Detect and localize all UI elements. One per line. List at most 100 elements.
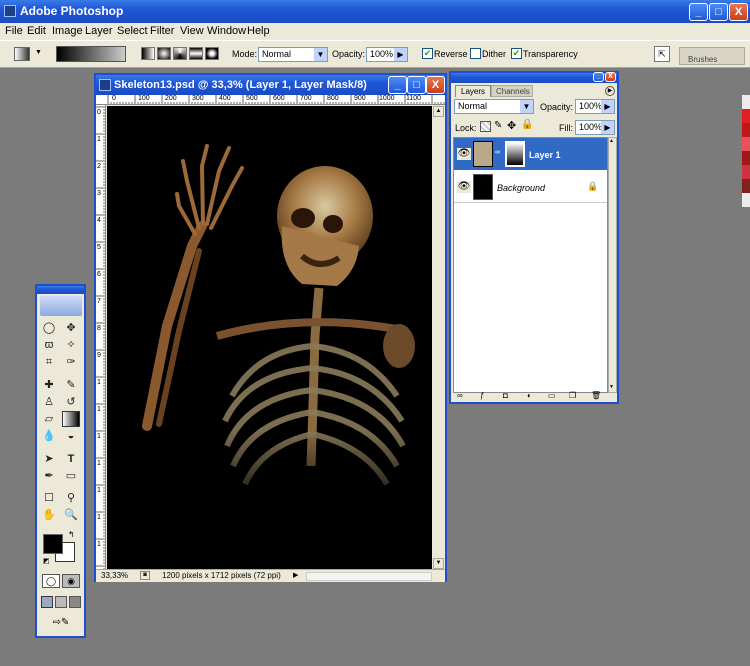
hand-icon[interactable]: ✋ xyxy=(40,507,58,523)
radial-gradient-icon[interactable] xyxy=(157,47,171,60)
tab-channels[interactable]: Channels xyxy=(491,85,533,97)
screen-mode-standard-icon[interactable] xyxy=(41,596,53,608)
shape-icon[interactable]: ▭ xyxy=(62,468,80,484)
dodge-icon[interactable]: ◒ xyxy=(62,428,80,444)
panel-menu-icon[interactable]: ▶ xyxy=(605,86,615,96)
scroll-up-icon[interactable]: ▲ xyxy=(433,106,444,117)
reflected-gradient-icon[interactable] xyxy=(189,47,203,60)
dither-checkbox[interactable] xyxy=(470,48,481,59)
screen-mode-full-menu-icon[interactable] xyxy=(55,596,67,608)
new-group-icon[interactable]: ▭ xyxy=(548,391,556,400)
maximize-button[interactable]: □ xyxy=(709,3,728,21)
jump-to-imageready-icon[interactable]: ⇨✎ xyxy=(43,617,79,631)
eraser-icon[interactable]: ▱ xyxy=(40,411,58,427)
mode-select[interactable]: Normal ▼ xyxy=(258,47,328,62)
swap-colors-icon[interactable]: ↰ xyxy=(68,530,75,539)
swatches-strip[interactable] xyxy=(742,95,750,207)
scroll-down-icon[interactable]: ▼ xyxy=(609,384,614,390)
layer-mask-thumbnail[interactable] xyxy=(505,141,525,167)
opacity-input[interactable]: 100% ▶ xyxy=(366,47,408,62)
zoom-level[interactable]: 33,33% xyxy=(101,571,128,580)
menu-file[interactable]: File xyxy=(5,25,23,37)
brush-icon[interactable]: ✎ xyxy=(62,377,80,393)
canvas[interactable] xyxy=(107,106,432,569)
menu-image[interactable]: Image xyxy=(52,25,83,37)
chevron-down-icon[interactable]: ▼ xyxy=(35,49,42,56)
menu-help[interactable]: Help xyxy=(247,25,270,37)
close-button[interactable]: X xyxy=(729,3,748,21)
eye-icon[interactable]: 👁 xyxy=(457,148,471,160)
panel-minimize-button[interactable]: _ xyxy=(593,72,604,82)
layers-scrollbar[interactable]: ▲ ▼ xyxy=(608,137,617,393)
stamp-icon[interactable]: ♙ xyxy=(40,394,58,410)
minimize-button[interactable]: _ xyxy=(689,3,708,21)
menu-window[interactable]: Window xyxy=(207,25,246,37)
type-icon[interactable]: T xyxy=(62,451,80,467)
scroll-down-icon[interactable]: ▼ xyxy=(433,558,444,569)
vertical-scrollbar[interactable]: ▲ ▼ xyxy=(432,106,445,569)
doc-close-button[interactable]: X xyxy=(426,76,445,94)
doc-minimize-button[interactable]: _ xyxy=(388,76,407,94)
tab-layers[interactable]: Layers xyxy=(455,85,491,97)
doc-maximize-button[interactable]: □ xyxy=(407,76,426,94)
linear-gradient-icon[interactable] xyxy=(141,47,155,60)
layer-opacity-input[interactable]: 100% ▶ xyxy=(575,99,615,114)
pen-icon[interactable]: ✒ xyxy=(40,468,58,484)
new-layer-icon[interactable]: ❐ xyxy=(569,391,576,400)
menu-filter[interactable]: Filter xyxy=(150,25,174,37)
angle-gradient-icon[interactable] xyxy=(173,47,187,60)
link-icon[interactable]: ∞ xyxy=(495,149,500,156)
slice-icon[interactable]: ✑ xyxy=(62,354,80,370)
crop-icon[interactable]: ⌗ xyxy=(40,354,58,370)
feather-logo[interactable] xyxy=(40,296,82,316)
eyedropper-icon[interactable]: ⚲ xyxy=(62,490,80,506)
blur-icon[interactable]: 💧 xyxy=(40,428,58,444)
lock-position-icon[interactable]: ✥ xyxy=(507,119,516,132)
horizontal-scrollbar[interactable] xyxy=(306,572,432,581)
gradient-picker[interactable] xyxy=(56,46,126,62)
zoom-icon[interactable]: 🔍 xyxy=(62,507,80,523)
lock-all-icon[interactable]: 🔒 xyxy=(521,119,533,130)
trash-icon[interactable]: 🗑 xyxy=(591,391,601,400)
quick-mask-icon[interactable]: ◉ xyxy=(62,574,80,588)
menu-select[interactable]: Select xyxy=(117,25,148,37)
blend-mode-select[interactable]: Normal ▼ xyxy=(454,99,534,114)
layer-style-icon[interactable]: ƒ xyxy=(480,391,484,400)
screen-mode-full-icon[interactable] xyxy=(69,596,81,608)
link-layers-icon[interactable]: ∞ xyxy=(457,391,463,400)
eye-icon[interactable]: 👁 xyxy=(457,181,471,193)
menu-view[interactable]: View xyxy=(180,25,204,37)
lock-transparent-icon[interactable] xyxy=(480,121,491,132)
document-title-bar[interactable]: Skeleton13.psd @ 33,3% (Layer 1, Layer M… xyxy=(96,75,445,95)
reverse-checkbox[interactable]: ✔ xyxy=(422,48,433,59)
layer-row-layer-1[interactable]: 👁 ∞ Layer 1 xyxy=(454,138,607,170)
transparency-checkbox[interactable]: ✔ xyxy=(511,48,522,59)
status-arrow-icon[interactable]: ▶ xyxy=(293,571,298,579)
brushes-tab[interactable]: Brushes xyxy=(679,47,745,65)
layers-panel-titlebar[interactable]: _ X xyxy=(451,72,617,83)
status-menu-icon[interactable]: ◙ xyxy=(140,571,150,580)
magic-wand-icon[interactable]: ✧ xyxy=(62,337,80,353)
menu-edit[interactable]: Edit xyxy=(27,25,46,37)
panel-close-button[interactable]: X xyxy=(605,72,616,82)
scroll-up-icon[interactable]: ▲ xyxy=(609,138,614,144)
healing-icon[interactable]: ✚ xyxy=(40,377,58,393)
menu-layer[interactable]: Layer xyxy=(85,25,113,37)
gradient-tool-icon[interactable] xyxy=(14,47,30,61)
gradient-icon[interactable] xyxy=(62,411,80,427)
lasso-icon[interactable]: ϖ xyxy=(40,337,58,353)
add-mask-icon[interactable]: ◘ xyxy=(503,391,508,400)
standard-mode-icon[interactable]: ◯ xyxy=(42,574,60,588)
foreground-color-swatch[interactable] xyxy=(43,534,63,554)
marquee-icon[interactable]: ◯ xyxy=(40,320,58,336)
lock-image-icon[interactable]: ✎ xyxy=(494,120,502,131)
toolbox-titlebar[interactable] xyxy=(37,286,84,294)
fill-input[interactable]: 100% ▶ xyxy=(575,120,615,135)
adjustment-layer-icon[interactable]: ◐ xyxy=(527,391,532,400)
diamond-gradient-icon[interactable] xyxy=(205,47,219,60)
file-browser-icon[interactable]: ⇱ xyxy=(654,46,670,62)
move-icon[interactable]: ✥ xyxy=(62,320,80,336)
layer-row-background[interactable]: 👁 Background 🔒 xyxy=(454,171,607,203)
path-select-icon[interactable]: ➤ xyxy=(40,451,58,467)
notes-icon[interactable]: ☐ xyxy=(40,490,58,506)
